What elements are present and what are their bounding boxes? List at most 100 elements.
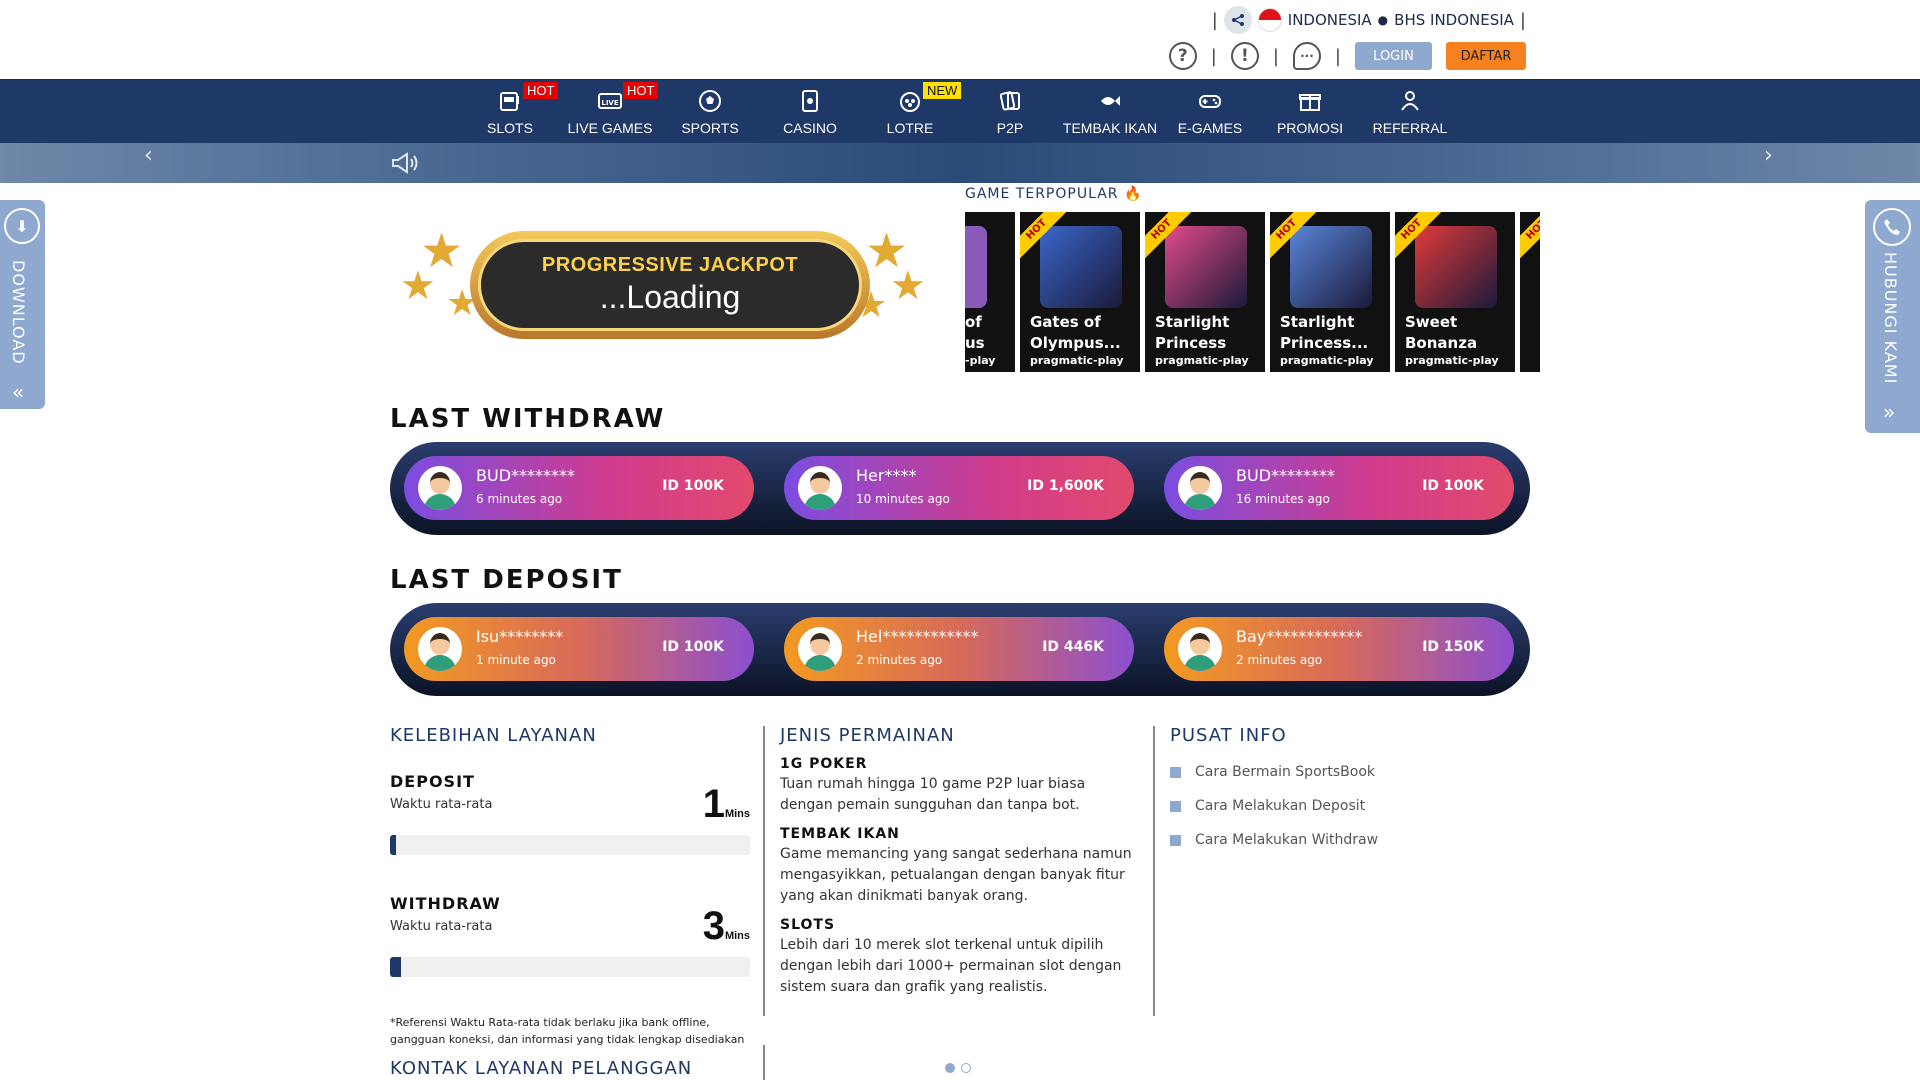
game-thumbnail [1290, 226, 1372, 308]
country-label[interactable]: INDONESIA [1288, 11, 1372, 29]
divider: | [1272, 45, 1279, 67]
deposit-time-unit: Mins [724, 808, 750, 820]
phone-icon [1873, 208, 1911, 246]
bullet-square-icon [1170, 766, 1181, 778]
referral-icon [1401, 91, 1419, 111]
deposit-stat: DEPOSIT Waktu rata-rata 1Mins [390, 772, 750, 826]
help-icon[interactable]: ? [1168, 42, 1197, 70]
info-link[interactable]: Cara Bermain SportsBook [1170, 764, 1470, 780]
withdraw-progress-bar [390, 957, 750, 977]
nav-item-live-games[interactable]: LIVE LIVE GAMES HOT [560, 80, 660, 144]
nav-item-e-games[interactable]: E-GAMES [1160, 80, 1260, 144]
last-deposit-panel: Isu******** 1 minute ago ID 100K Hel*******… [390, 603, 1530, 696]
nav-item-tembak-ikan[interactable]: TEMBAK IKAN [1060, 80, 1160, 144]
language-label[interactable]: BHS INDONESIA [1394, 11, 1514, 29]
avatar [798, 466, 842, 510]
jackpot-title: PROGRESSIVE JACKPOT [541, 254, 799, 276]
register-button[interactable]: DAFTAR [1446, 42, 1526, 70]
game-name: Starlight Princess... [1280, 313, 1369, 352]
deposit-entry: Isu******** 1 minute ago ID 100K [404, 617, 754, 681]
nav-label: E-GAMES [1177, 120, 1243, 136]
game-card[interactable]: HOT Sweet Bonanza pragmatic-play [1395, 212, 1515, 372]
soccer-ball-icon [699, 90, 721, 112]
withdraw-progress-fill [390, 957, 401, 977]
popular-games-label: GAME TERPOPULAR [965, 186, 1119, 202]
share-icon[interactable] [1223, 6, 1252, 34]
bullet-square-icon [1170, 834, 1181, 846]
game-type-desc: Game memancing yang sangat sederhana nam… [780, 846, 1132, 904]
withdraw-entry: BUD******** 16 minutes ago ID 100K [1164, 456, 1514, 520]
chevron-left-icon[interactable]: ‹ [144, 143, 153, 168]
customer-contact-title: KONTAK LAYANAN PELANGGAN [390, 1058, 693, 1079]
gamepad-icon [1199, 95, 1221, 108]
deposit-time-value: 1 [702, 782, 725, 826]
popular-games-carousel: of us -play HOT Gates of Olympus... pragma… [965, 212, 1540, 372]
withdraw-time-unit: Mins [724, 930, 750, 942]
jackpot-value: ...Loading [599, 279, 741, 315]
chevron-right-icon[interactable]: › [1764, 143, 1773, 168]
nav-item-p2p[interactable]: P2P [960, 80, 1060, 144]
alert-icon[interactable]: ! [1230, 42, 1259, 70]
entry-time: 1 minute ago [476, 653, 556, 667]
divider: | [1211, 9, 1218, 31]
nav-item-slots[interactable]: SLOTS HOT [460, 80, 560, 144]
action-row: ? | ! | ··· | LOGIN DAFTAR [1168, 42, 1526, 70]
fish-icon [1101, 96, 1120, 106]
nav-label: CASINO [783, 120, 837, 136]
game-card[interactable]: HOT Gates of Olympus... pragmatic-play [1020, 212, 1140, 372]
gift-icon [1299, 94, 1321, 111]
star-icon: ★ [890, 263, 926, 309]
carousel-dot[interactable] [961, 1063, 971, 1073]
entry-amount: ID 100K [662, 478, 724, 494]
contact-side-tab[interactable]: HUBUNGI KAMI » [1865, 200, 1920, 433]
game-card[interactable]: of us -play [965, 212, 1015, 372]
live-icon: LIVE [598, 93, 622, 109]
deposit-sub: Waktu rata-rata [390, 797, 493, 812]
info-link[interactable]: Cara Melakukan Deposit [1170, 798, 1470, 814]
login-button[interactable]: LOGIN [1355, 42, 1432, 70]
carousel-dot[interactable] [945, 1063, 955, 1073]
collapse-right-icon[interactable]: » [1883, 400, 1895, 424]
game-type-title: SLOTS [780, 917, 836, 933]
info-link-label: Cara Melakukan Withdraw [1195, 832, 1379, 848]
nav-badge: HOT [623, 82, 659, 99]
game-type-desc: Tuan rumah hingga 10 game P2P luar biasa… [780, 776, 1086, 813]
game-card[interactable]: HOT Starlight Princess pragmatic-play [1145, 212, 1265, 372]
game-provider: -play [965, 354, 996, 367]
separator-dot: ● [1377, 13, 1389, 27]
indonesia-flag-icon[interactable] [1257, 8, 1282, 32]
entry-time: 16 minutes ago [1236, 492, 1330, 506]
service-note: *Referensi Waktu Rata-rata tidak berlaku… [390, 1016, 745, 1046]
game-thumbnail [1040, 226, 1122, 308]
collapse-left-icon[interactable]: « [12, 380, 24, 404]
chat-icon[interactable]: ··· [1292, 42, 1321, 70]
game-card[interactable]: HOT Starlight Princess... pragmatic-play [1270, 212, 1390, 372]
avatar [798, 627, 842, 671]
column-divider [1153, 726, 1155, 1016]
game-thumbnail [1165, 226, 1247, 308]
entry-time: 10 minutes ago [856, 492, 950, 506]
column-divider [763, 1045, 765, 1080]
game-card[interactable]: HOT [1520, 212, 1540, 372]
deposit-time: 1Mins [703, 782, 750, 827]
info-center: PUSAT INFO Cara Bermain SportsBook Cara M… [1170, 725, 1470, 848]
player-name: BUD******** [1236, 466, 1336, 485]
nav-item-lotre[interactable]: LOTRE NEW [860, 80, 962, 144]
hot-ribbon: HOT [1520, 212, 1540, 261]
info-link[interactable]: Cara Melakukan Withdraw [1170, 832, 1470, 848]
game-provider: pragmatic-play [1280, 354, 1374, 367]
nav-item-promosi[interactable]: PROMOSI [1260, 80, 1360, 144]
nav-item-casino[interactable]: CASINO [760, 80, 860, 144]
nav-item-sports[interactable]: SPORTS [660, 80, 760, 144]
entry-amount: ID 100K [662, 639, 724, 655]
game-types: JENIS PERMAINAN 1G POKER Tuan rumah hingg… [780, 725, 1135, 998]
avatar [418, 466, 462, 510]
game-thumbnail [1415, 226, 1497, 308]
entry-amount: ID 150K [1422, 639, 1484, 655]
fire-icon: 🔥 [1123, 186, 1143, 202]
nav-label: LIVE GAMES [567, 120, 653, 136]
nav-item-referral[interactable]: REFERRAL [1360, 80, 1460, 144]
game-name: Gates of Olympus... [1030, 313, 1121, 352]
player-name: Isu******** [476, 627, 564, 646]
download-side-tab[interactable]: ⬇ DOWNLOAD « [0, 200, 45, 409]
